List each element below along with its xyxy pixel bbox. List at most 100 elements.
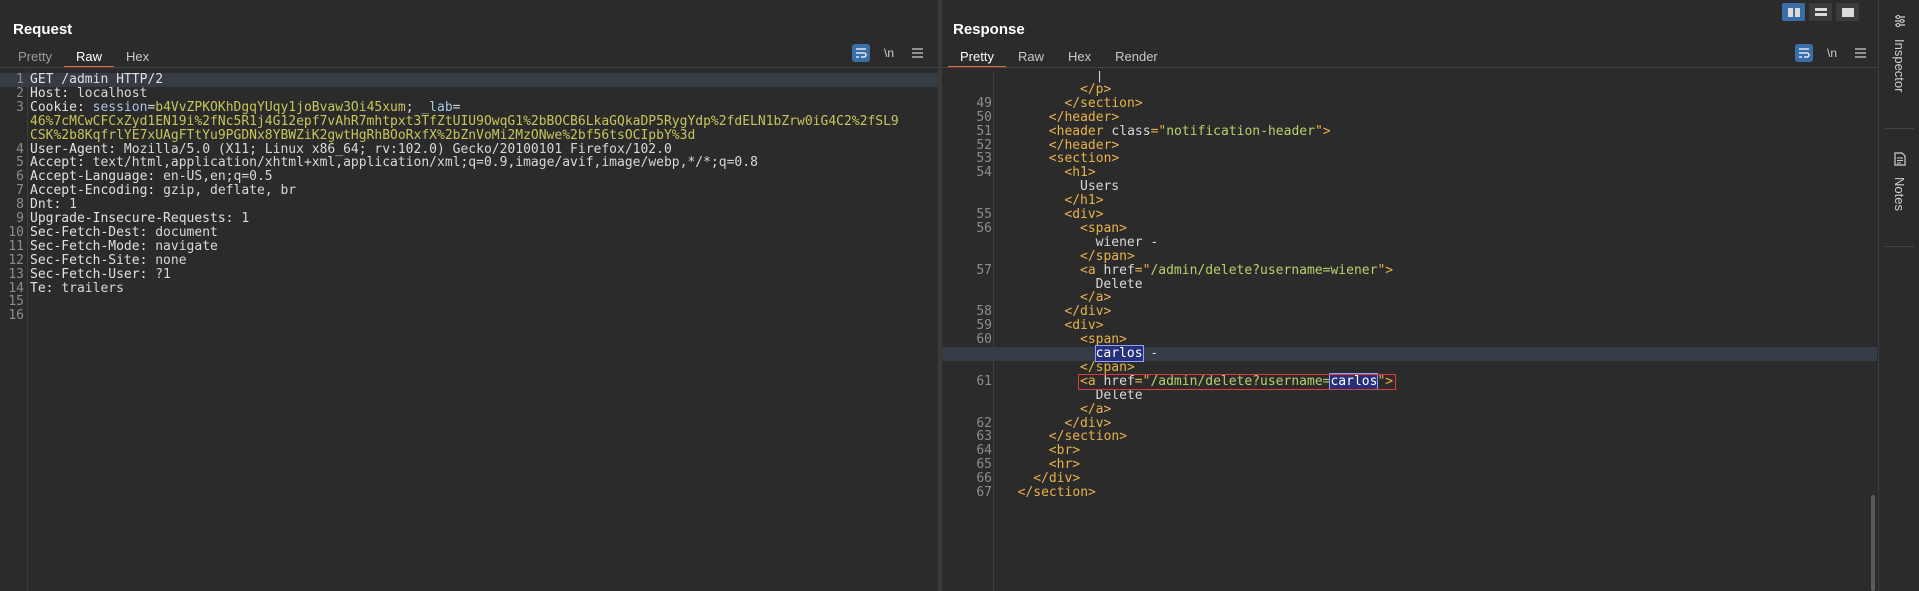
line-content: Delete: [1096, 388, 1143, 403]
tab-hex[interactable]: Hex: [1056, 46, 1103, 68]
code-line: 53 <section>: [942, 152, 1877, 166]
code-token: Sec-Fetch-Dest:: [30, 224, 156, 240]
code-token: 1: [241, 211, 250, 226]
code-token: gzip, deflate, br: [163, 183, 297, 199]
line-content: Host: localhost: [30, 86, 147, 101]
code-token: /admin/delete?username=wiener: [1150, 262, 1378, 278]
code-line: 62 </div>: [942, 416, 1877, 431]
code-line: 2 Host: localhost: [0, 85, 940, 101]
code-token: navigate: [155, 238, 218, 254]
code-token: </h1>: [1064, 193, 1104, 209]
response-editor[interactable]: | </p> 49 </section> 50 </header> 51 <header cl…: [942, 71, 1877, 591]
line-number: 58: [976, 304, 992, 320]
code-token: none: [155, 252, 187, 268]
code-line: 59 <div>: [942, 319, 1877, 333]
stacked-view-button[interactable]: [1809, 3, 1832, 21]
line-content: Delete: [1095, 276, 1143, 292]
line-content: Cookie: session = b4VvZPKOKhDgqYUqy1joBvaw…: [30, 99, 461, 115]
code-token: CSK%2b8KqfrlYE7xUAgFTtYu9PGDNx8YBWZiK2gw…: [30, 127, 696, 143]
code-token: _lab: [421, 99, 453, 115]
code-token: Te:: [30, 280, 62, 296]
code-token: =": [1150, 123, 1167, 139]
sidebar-item-label: Inspector: [1892, 39, 1907, 93]
line-number: 49: [976, 95, 992, 111]
line-content: </div>: [1064, 305, 1111, 319]
line-number: 66: [976, 471, 992, 487]
response-scrollbar[interactable]: [1869, 71, 1877, 591]
code-token: Accept:: [30, 155, 93, 171]
code-token: session: [92, 99, 148, 115]
code-line: 63 </section>: [942, 430, 1877, 444]
code-token: Dnt:: [30, 197, 70, 213]
code-token: text/html,application/xhtml+xml,applicat…: [92, 155, 758, 171]
line-number: 51: [976, 123, 992, 139]
code-line: 4 User-Agent: Mozilla/5.0 (X11; Linux x86…: [0, 141, 940, 157]
code-token: ">: [1377, 262, 1394, 278]
notes-icon: [1893, 152, 1906, 171]
code-line: CSK%2b8KqfrlYE7xUAgFTtYu9PGDNx8YBWZiK2gw…: [0, 127, 940, 143]
code-token: </section>: [1048, 429, 1128, 445]
code-token: ;: [405, 99, 422, 115]
line-number: 1: [16, 72, 24, 87]
code-line: 13 Sec-Fetch-User: ?1: [0, 267, 940, 282]
line-content: </span>: [1080, 249, 1135, 264]
sidebar-item-label: Notes: [1892, 177, 1907, 211]
line-content: Sec-Fetch-Site: none: [30, 252, 187, 268]
tab-pretty[interactable]: Pretty: [948, 46, 1006, 68]
code-line: Users: [942, 180, 1877, 194]
tab-raw[interactable]: Raw: [63, 46, 114, 68]
line-number: 61: [976, 373, 992, 389]
line-content: Te: trailers: [30, 280, 124, 296]
menu-icon[interactable]: [1851, 44, 1869, 62]
tab-hex[interactable]: Hex: [114, 46, 161, 68]
code-token: Users: [1080, 179, 1120, 195]
code-token: <div>: [1064, 207, 1104, 222]
request-editor[interactable]: 1 GET /admin HTTP/2 2 Host: localhost 3 Cooki…: [0, 71, 940, 591]
request-tabs: Pretty Raw Hex: [6, 46, 161, 68]
line-content: <br>: [1049, 444, 1080, 458]
line-number: 63: [976, 429, 992, 445]
tab-raw[interactable]: Raw: [1006, 46, 1056, 68]
code-token: Accept-Language:: [30, 169, 164, 185]
code-token: <span>: [1080, 220, 1127, 236]
line-number: 11: [8, 238, 24, 254]
menu-icon[interactable]: [908, 44, 926, 62]
tab-pretty[interactable]: Pretty: [6, 46, 64, 68]
line-content: Upgrade-Insecure-Requests: 1: [30, 212, 249, 226]
code-token: Delete: [1095, 276, 1143, 292]
scroll-thumb[interactable]: [1871, 495, 1875, 591]
code-line: 10 Sec-Fetch-Dest: document: [0, 224, 940, 240]
code-line: 14 Te: trailers: [0, 280, 940, 296]
wrap-icon[interactable]: [852, 44, 870, 62]
sidebar-item-notes[interactable]: Notes: [1879, 152, 1919, 211]
newline-toggle[interactable]: \n: [1823, 44, 1841, 62]
code-token: Sec-Fetch-Mode:: [30, 238, 156, 254]
line-content: </section>: [1064, 96, 1142, 111]
newline-toggle[interactable]: \n: [880, 44, 898, 62]
code-line: </h1>: [942, 194, 1877, 208]
single-view-button[interactable]: [1836, 3, 1859, 21]
code-token: </div>: [1033, 471, 1081, 487]
right-sidebar: Inspector Notes: [1878, 0, 1919, 591]
code-token: Mozilla/5.0 (X11; Linux x86_64; rv:102.0…: [123, 141, 672, 157]
code-token: ">: [1314, 123, 1331, 139]
line-number: 54: [976, 165, 992, 181]
sidebar-item-inspector[interactable]: Inspector: [1879, 14, 1919, 92]
code-token: </p>: [1080, 81, 1112, 97]
code-line: 60 <span>: [942, 333, 1877, 347]
tab-rule: [942, 67, 1877, 68]
wrap-icon[interactable]: [1795, 44, 1813, 62]
code-line: 3 Cookie: session = b4VvZPKOKhDgqYUqy1joBva…: [0, 99, 940, 115]
code-line: 8 Dnt: 1: [0, 198, 940, 212]
side-by-side-view-button[interactable]: [1782, 3, 1805, 21]
tab-render[interactable]: Render: [1103, 46, 1170, 68]
line-number: 9: [16, 211, 24, 226]
line-number: 2: [16, 85, 24, 101]
code-line: </a>: [942, 291, 1877, 305]
line-number: 6: [16, 169, 24, 185]
code-token: document: [155, 224, 218, 240]
line-content: CSK%2b8KqfrlYE7xUAgFTtYu9PGDNx8YBWZiK2gw…: [30, 127, 696, 143]
line-number: 57: [976, 262, 992, 278]
code-line: 11 Sec-Fetch-Mode: navigate: [0, 238, 940, 254]
code-token: <header: [1048, 123, 1112, 139]
